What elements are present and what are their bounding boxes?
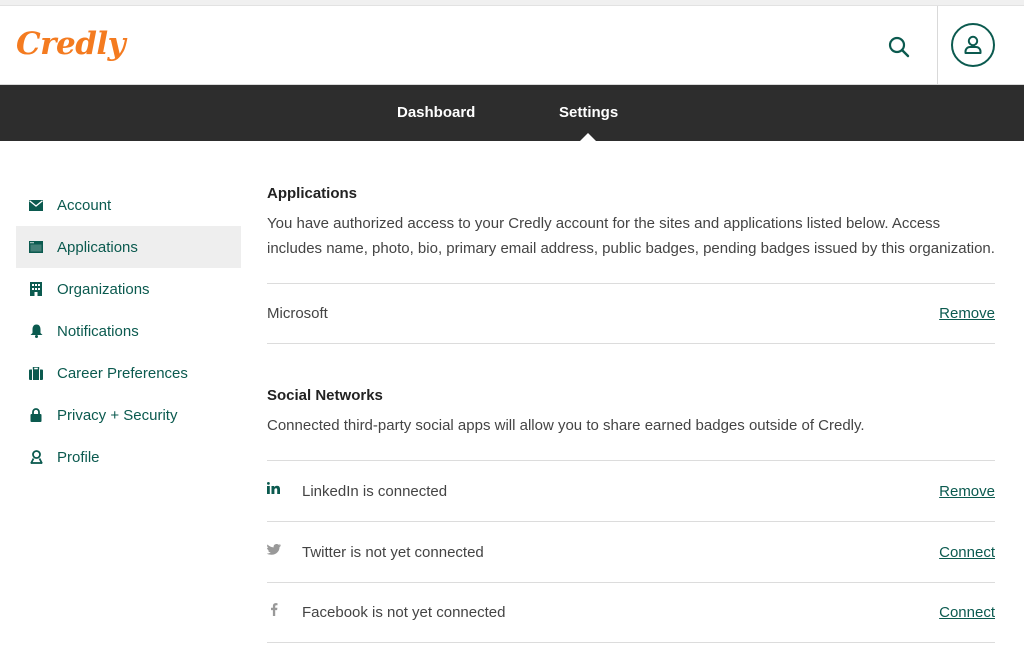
remove-microsoft-link[interactable]: Remove bbox=[939, 305, 995, 322]
social-row-facebook: Facebook is not yet connected Connect bbox=[267, 582, 995, 643]
sidebar-item-label: Profile bbox=[57, 448, 100, 466]
application-name: Microsoft bbox=[267, 305, 328, 322]
sidebar-item-privacy-security[interactable]: Privacy + Security bbox=[16, 394, 241, 436]
sidebar-item-profile[interactable]: Profile bbox=[16, 436, 241, 478]
sidebar-item-label: Organizations bbox=[57, 280, 150, 298]
avatar-button[interactable] bbox=[951, 23, 995, 67]
sidebar-item-label: Account bbox=[57, 196, 112, 214]
lock-icon bbox=[29, 408, 43, 422]
applications-description: You have authorized access to your Credl… bbox=[267, 215, 995, 257]
facebook-status: Facebook is not yet connected bbox=[302, 604, 506, 621]
social-row-twitter: Twitter is not yet connected Connect bbox=[267, 521, 995, 582]
social-row-linkedin: LinkedIn is connected Remove bbox=[267, 460, 995, 521]
sidebar-item-label: Applications bbox=[57, 238, 138, 256]
badge-person-icon bbox=[29, 450, 43, 464]
sidebar-item-label: Privacy + Security bbox=[57, 406, 178, 424]
sidebar-item-account[interactable]: Account bbox=[16, 184, 241, 226]
sidebar-item-applications[interactable]: Applications bbox=[16, 226, 241, 268]
active-nav-caret bbox=[580, 133, 596, 141]
sidebar-item-label: Notifications bbox=[57, 322, 139, 340]
credly-logo[interactable]: Credly bbox=[16, 26, 126, 62]
building-icon bbox=[29, 282, 43, 296]
sidebar-item-label: Career Preferences bbox=[57, 364, 188, 382]
facebook-icon bbox=[267, 603, 281, 617]
sidebar-item-career-preferences[interactable]: Career Preferences bbox=[16, 352, 241, 394]
envelope-icon bbox=[29, 198, 43, 212]
sidebar-item-notifications[interactable]: Notifications bbox=[16, 310, 241, 352]
social-networks-title: Social Networks bbox=[267, 387, 383, 404]
applications-title: Applications bbox=[267, 185, 358, 202]
linkedin-status: LinkedIn is connected bbox=[302, 482, 448, 500]
sidebar-item-organizations[interactable]: Organizations bbox=[16, 268, 241, 310]
user-icon bbox=[964, 35, 982, 54]
bell-icon bbox=[29, 324, 43, 338]
application-row: Microsoft Remove bbox=[267, 283, 995, 344]
main-navbar: Dashboard Settings bbox=[0, 85, 1024, 141]
search-icon bbox=[888, 36, 910, 58]
header-divider bbox=[937, 6, 938, 85]
connect-facebook-link[interactable]: Connect bbox=[939, 604, 995, 621]
social-networks-description: Connected third-party social apps will a… bbox=[267, 417, 865, 434]
remove-linkedin-link[interactable]: Remove bbox=[939, 483, 995, 500]
linkedin-icon bbox=[267, 481, 281, 495]
connect-twitter-link[interactable]: Connect bbox=[939, 544, 995, 561]
browser-window-icon bbox=[29, 240, 43, 254]
settings-sidebar: Account Applications Organizations Notif… bbox=[16, 184, 241, 478]
search-button[interactable] bbox=[880, 28, 918, 66]
settings-main: Applications You have authorized access … bbox=[267, 184, 995, 643]
header: Credly bbox=[0, 6, 1024, 85]
nav-dashboard[interactable]: Dashboard bbox=[397, 85, 475, 141]
twitter-icon bbox=[267, 542, 281, 556]
briefcase-icon bbox=[29, 366, 43, 380]
twitter-status: Twitter is not yet connected bbox=[302, 543, 484, 561]
